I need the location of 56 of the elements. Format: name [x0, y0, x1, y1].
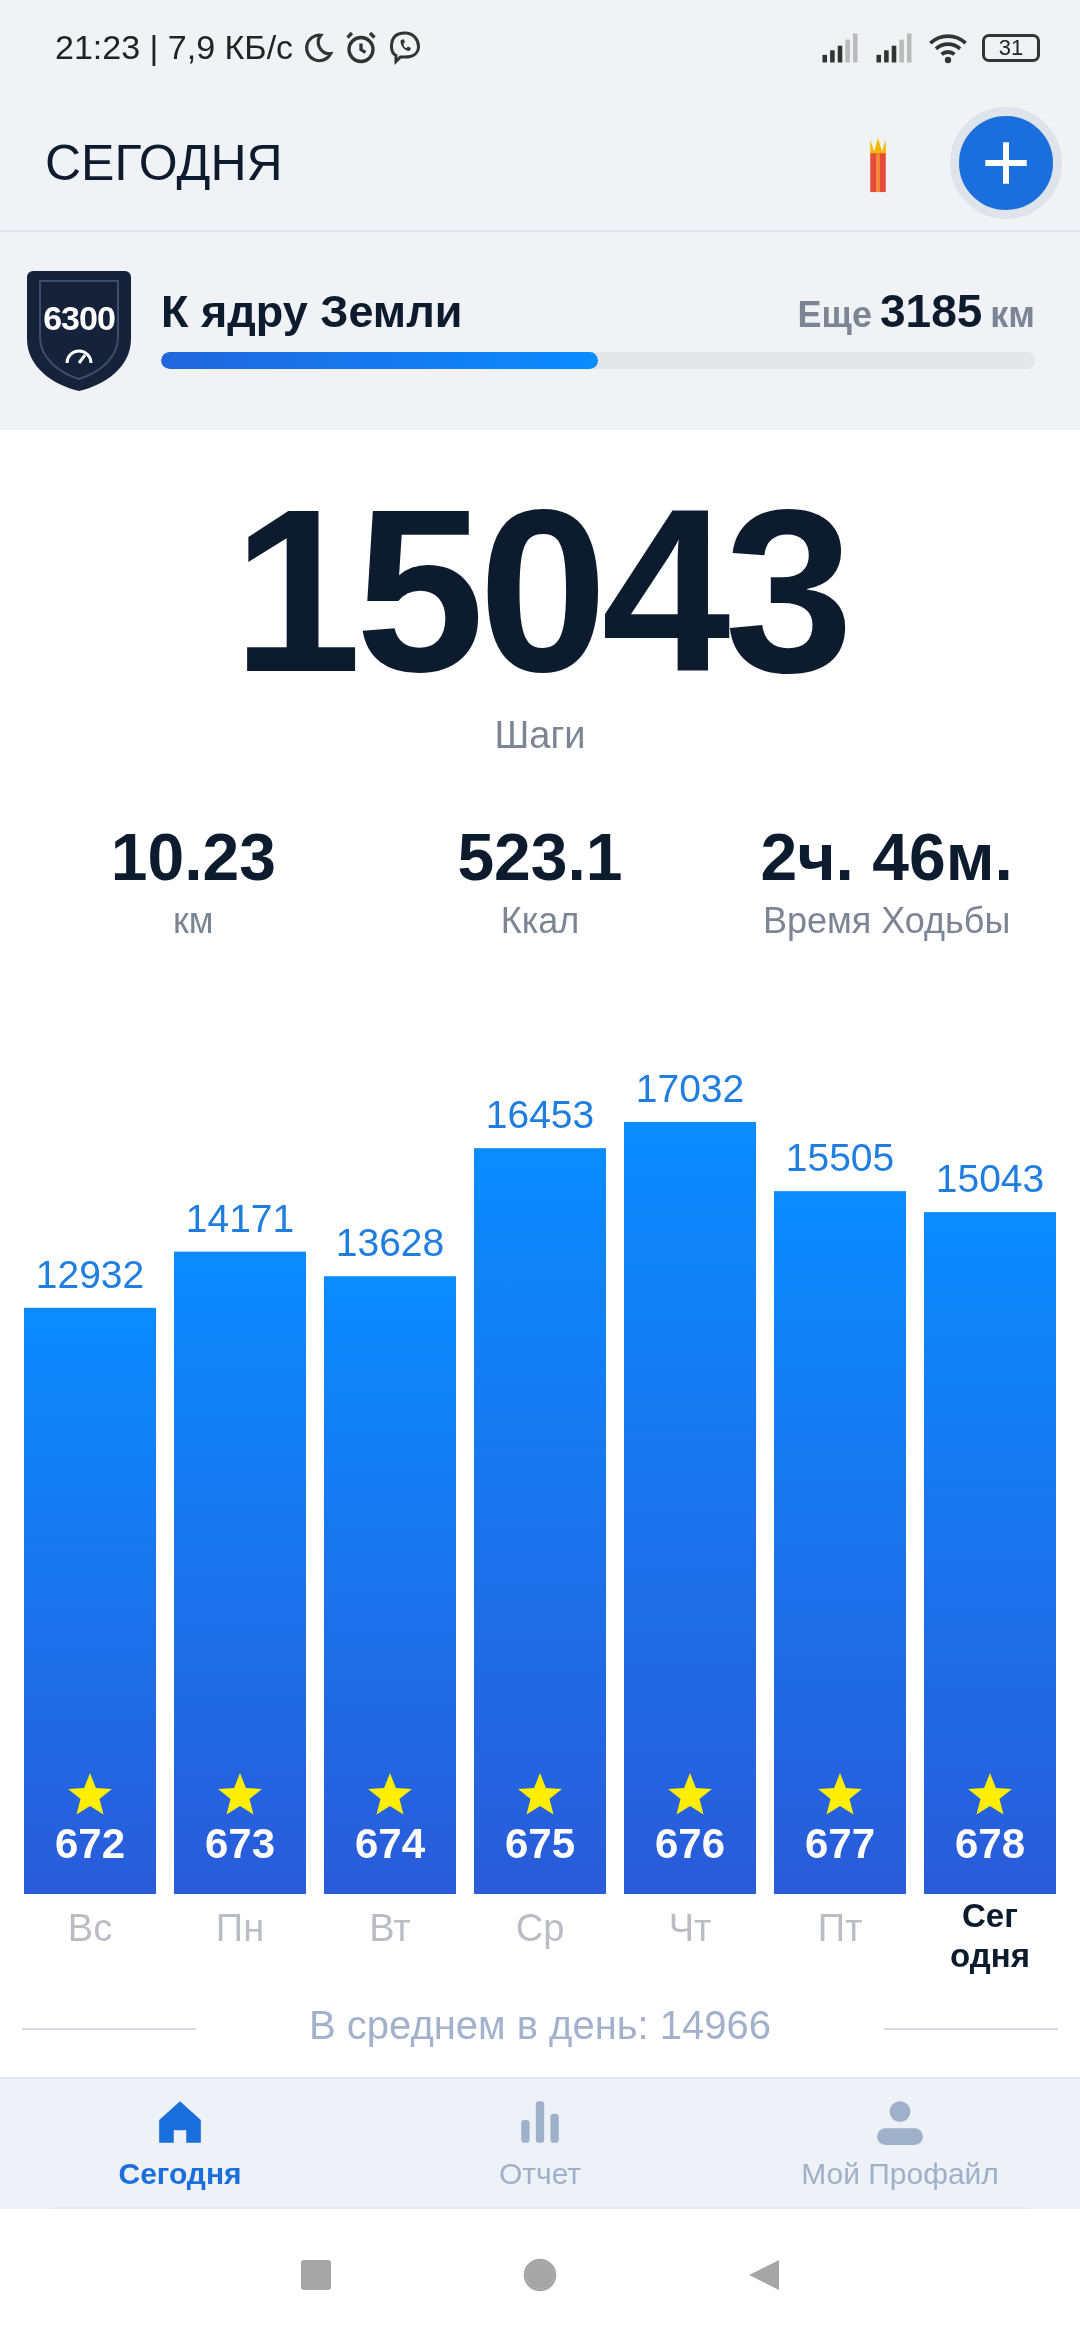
- nav-tab[interactable]: Отчет: [360, 2079, 720, 2209]
- day-label: Чт: [667, 1906, 713, 1951]
- wifi-icon: [928, 31, 968, 64]
- bar-value-label: 12932: [35, 1252, 145, 1296]
- star-icon: [818, 1773, 862, 1815]
- day-label: Пн: [214, 1906, 266, 1951]
- home-button[interactable]: [523, 2257, 557, 2292]
- goal-title: К ядру Земли: [161, 285, 464, 338]
- badge-number: 6300: [42, 299, 116, 338]
- star-count: 678: [954, 1820, 1026, 1867]
- battery-icon: 31: [982, 33, 1040, 62]
- stat-label: км: [173, 899, 214, 943]
- step-count: 15043: [232, 476, 848, 706]
- stat-label: Ккал: [500, 899, 580, 943]
- distance-unit: км: [990, 293, 1035, 336]
- bar-value-label: 16453: [485, 1093, 595, 1137]
- day-label: Сег одня: [949, 1896, 1031, 1976]
- stat-value: 10.23: [110, 819, 276, 896]
- star-icon: [68, 1773, 112, 1815]
- star-icon: [668, 1773, 712, 1815]
- bar-value-label: 14171: [185, 1196, 295, 1240]
- bar-value-label: 17032: [635, 1066, 745, 1110]
- daily-average: В среднем в день: 14966: [308, 2003, 772, 2048]
- step-label: Шаги: [494, 713, 586, 758]
- day-label: Ср: [514, 1906, 566, 1951]
- signal-icon: [820, 31, 860, 64]
- star-icon: [218, 1773, 262, 1815]
- star-count: 672: [54, 1820, 126, 1867]
- day-label: Вт: [368, 1906, 412, 1951]
- star-icon: [518, 1773, 562, 1815]
- recents-button[interactable]: [299, 2257, 333, 2292]
- remaining-distance: 3185: [880, 284, 983, 337]
- star-count: 676: [654, 1820, 726, 1867]
- star-count: 674: [354, 1820, 426, 1867]
- bar-value-label: 15043: [935, 1157, 1045, 1201]
- day-label: Пт: [816, 1906, 864, 1951]
- day-label: Вс: [66, 1906, 114, 1951]
- star-count: 673: [204, 1820, 276, 1867]
- bar-value-label: 13628: [335, 1221, 445, 1265]
- star-icon: [968, 1773, 1012, 1815]
- remaining-label: Еще: [797, 293, 872, 336]
- stat-value: 523.1: [457, 819, 623, 896]
- star-icon: [368, 1773, 412, 1815]
- stat-value: 2ч. 46м.: [760, 819, 1013, 896]
- star-count: 675: [504, 1820, 576, 1867]
- back-button[interactable]: [747, 2257, 781, 2292]
- status-text: 21:23 | 7,9 КБ/с: [55, 28, 294, 67]
- star-count: 677: [804, 1820, 876, 1867]
- nav-tab[interactable]: Мой Профайл: [720, 2079, 1080, 2209]
- page-title: СЕГОДНЯ: [45, 133, 284, 192]
- bar-value-label: 15505: [785, 1136, 895, 1180]
- stat-label: Время Ходьбы: [762, 899, 1011, 943]
- signal-icon: [874, 31, 914, 64]
- plus-icon: [983, 139, 1029, 186]
- shield-icon: [27, 271, 131, 391]
- nav-tab[interactable]: Сегодня: [0, 2079, 360, 2209]
